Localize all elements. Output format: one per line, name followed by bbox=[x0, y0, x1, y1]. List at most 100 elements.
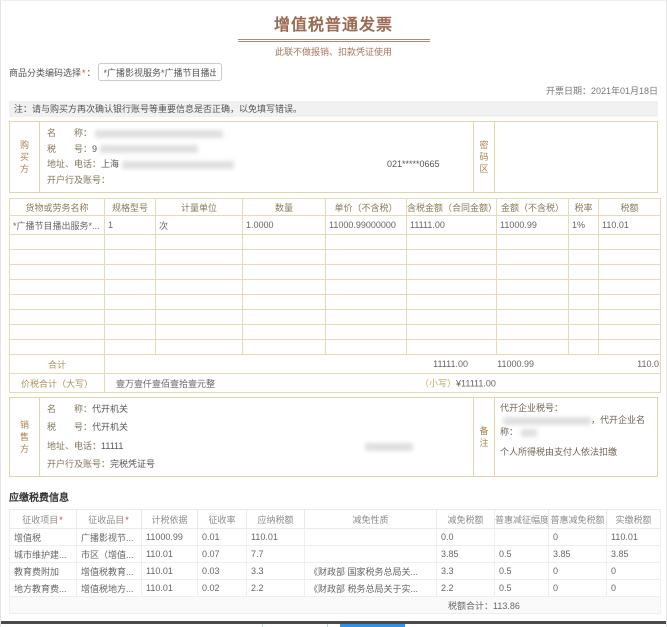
remark-content: 代开企业税号：，代开企业名称： 个人所得税由支付人依法扣缴 bbox=[495, 398, 657, 476]
tax-cell: 增值税教育... bbox=[77, 563, 142, 580]
items-empty-row bbox=[10, 250, 661, 265]
items-empty-cell bbox=[569, 295, 599, 310]
tax-header-cell: 普惠减免税额 bbox=[549, 510, 607, 529]
items-empty-row bbox=[10, 295, 661, 310]
items-empty-cell bbox=[10, 250, 105, 265]
tax-cell: 0 bbox=[549, 563, 607, 580]
items-empty-cell bbox=[326, 235, 407, 250]
items-empty-cell bbox=[497, 265, 569, 280]
seller-address-value: 11111 bbox=[101, 441, 123, 451]
tax-header-cell: 应纳税额 bbox=[247, 510, 305, 529]
category-code-input[interactable] bbox=[98, 63, 222, 81]
items-empty-cell bbox=[569, 280, 599, 295]
seller-section: 销 售 方 名 称：代开机关 税 号：代开机关 地址、电话：11111 开户行及… bbox=[9, 397, 658, 477]
category-selector-label: 商品分类编码选择*： bbox=[9, 66, 96, 79]
redacted-buyer-address bbox=[122, 161, 234, 169]
seller-taxno-label: 税 号： bbox=[47, 422, 92, 432]
invoice-subtitle: 此联不做报销、扣款凭证使用 bbox=[1, 45, 666, 58]
items-empty-cell bbox=[326, 340, 407, 355]
redacted-buyer-taxno bbox=[100, 145, 198, 153]
items-header-cell: 金额（不含税） bbox=[497, 199, 569, 216]
required-asterisk: * bbox=[124, 515, 130, 525]
items-empty-cell bbox=[243, 310, 326, 325]
items-empty-cell bbox=[156, 250, 243, 265]
redacted-buyer-name bbox=[95, 130, 223, 138]
tax-cell bbox=[495, 529, 549, 546]
items-empty-cell bbox=[156, 295, 243, 310]
items-empty-cell bbox=[105, 295, 156, 310]
items-empty-cell bbox=[497, 250, 569, 265]
items-empty-cell bbox=[497, 235, 569, 250]
items-cell: 11111.00 bbox=[407, 216, 497, 235]
tax-cell bbox=[305, 529, 437, 546]
buyer-name-line: 名 称： bbox=[47, 128, 473, 139]
items-empty-cell bbox=[599, 295, 661, 310]
items-empty-cell bbox=[407, 280, 497, 295]
items-empty-cell bbox=[105, 250, 156, 265]
tax-cell: 增值税地方... bbox=[77, 580, 142, 597]
grand-total-row: 价税合计（大写） 壹万壹仟壹佰壹拾壹元整 （小写）¥11111.00 bbox=[10, 374, 661, 393]
items-empty-row bbox=[10, 265, 661, 280]
items-empty-cell bbox=[599, 310, 661, 325]
items-empty-cell bbox=[599, 325, 661, 340]
tax-cell: 7.7 bbox=[247, 546, 305, 563]
items-table: 货物或劳务名称规格型号计量单位数量单价（不含税）含税金额（合同金额）金额（不含税… bbox=[9, 198, 661, 393]
items-cell: 110.01 bbox=[599, 216, 661, 235]
seller-bank-label: 开户行及账号： bbox=[47, 459, 110, 469]
items-cell: 次 bbox=[156, 216, 243, 235]
tax-cell: 城市维护建... bbox=[10, 546, 77, 563]
remark-withholding-line: 个人所得税由支付人依法扣缴 bbox=[500, 446, 652, 458]
items-empty-row bbox=[10, 325, 661, 340]
items-empty-cell bbox=[243, 265, 326, 280]
items-empty-cell bbox=[156, 265, 243, 280]
required-asterisk: * bbox=[58, 515, 64, 525]
items-empty-cell bbox=[105, 310, 156, 325]
items-header-cell: 数量 bbox=[243, 199, 326, 216]
tax-grand-total: 税额合计：113.86 bbox=[10, 597, 661, 614]
redacted-seller-stamp bbox=[365, 443, 413, 451]
tax-cell: 0.5 bbox=[495, 563, 549, 580]
tax-cell: 0.03 bbox=[198, 563, 247, 580]
tax-cell: 2.2 bbox=[437, 580, 495, 597]
items-empty-cell bbox=[10, 340, 105, 355]
items-cell: 1.0000 bbox=[243, 216, 326, 235]
items-empty-cell bbox=[569, 340, 599, 355]
items-empty-cell bbox=[599, 265, 661, 280]
items-header-cell: 单价（不含税） bbox=[326, 199, 407, 216]
tax-cell: 0.5 bbox=[495, 580, 549, 597]
tax-header-cell: 计税依据 bbox=[142, 510, 198, 529]
grand-total-values: 壹万壹仟壹佰壹拾壹元整 （小写）¥11111.00 bbox=[105, 374, 661, 393]
items-empty-cell bbox=[243, 235, 326, 250]
tax-table: 征收项目*征收品目*计税依据征收率应纳税额减免性质减免税额普惠减征幅度普惠减免税… bbox=[9, 509, 661, 614]
items-empty-cell bbox=[599, 250, 661, 265]
items-empty-cell bbox=[10, 280, 105, 295]
items-total-row: 合计 11111.00 11000.99 110.01 bbox=[10, 355, 661, 374]
items-empty-cell bbox=[156, 280, 243, 295]
tax-cell: 3.85 bbox=[549, 546, 607, 563]
items-total-values: 11111.00 11000.99 110.01 bbox=[105, 355, 661, 374]
buyer-name-label: 名 称： bbox=[47, 128, 92, 138]
items-empty-cell bbox=[497, 310, 569, 325]
tax-cell: 《财政部 税务总局关于实... bbox=[305, 580, 437, 597]
items-empty-cell bbox=[10, 325, 105, 340]
items-empty-row bbox=[10, 280, 661, 295]
seller-info: 名 称：代开机关 税 号：代开机关 地址、电话：11111 开户行及账号：完税凭… bbox=[40, 398, 473, 476]
items-empty-cell bbox=[599, 340, 661, 355]
items-header-cell: 税率 bbox=[569, 199, 599, 216]
items-cell: 1 bbox=[105, 216, 156, 235]
seller-name-line: 名 称：代开机关 bbox=[47, 404, 473, 415]
items-cell: *广播节目播出服务*... bbox=[10, 216, 105, 235]
items-empty-cell bbox=[569, 235, 599, 250]
items-empty-cell bbox=[407, 250, 497, 265]
items-empty-cell bbox=[497, 340, 569, 355]
items-empty-cell bbox=[243, 325, 326, 340]
items-header-cell: 计量单位 bbox=[156, 199, 243, 216]
items-empty-cell bbox=[569, 265, 599, 280]
tax-cell: 2.2 bbox=[247, 580, 305, 597]
seller-taxno-value: 代开机关 bbox=[92, 422, 128, 432]
items-empty-cell bbox=[326, 280, 407, 295]
items-empty-cell bbox=[599, 235, 661, 250]
tax-header-cell: 减免税额 bbox=[437, 510, 495, 529]
items-empty-cell bbox=[569, 250, 599, 265]
grand-total-uppercase: 壹万壹仟壹佰壹拾壹元整 bbox=[108, 379, 215, 389]
